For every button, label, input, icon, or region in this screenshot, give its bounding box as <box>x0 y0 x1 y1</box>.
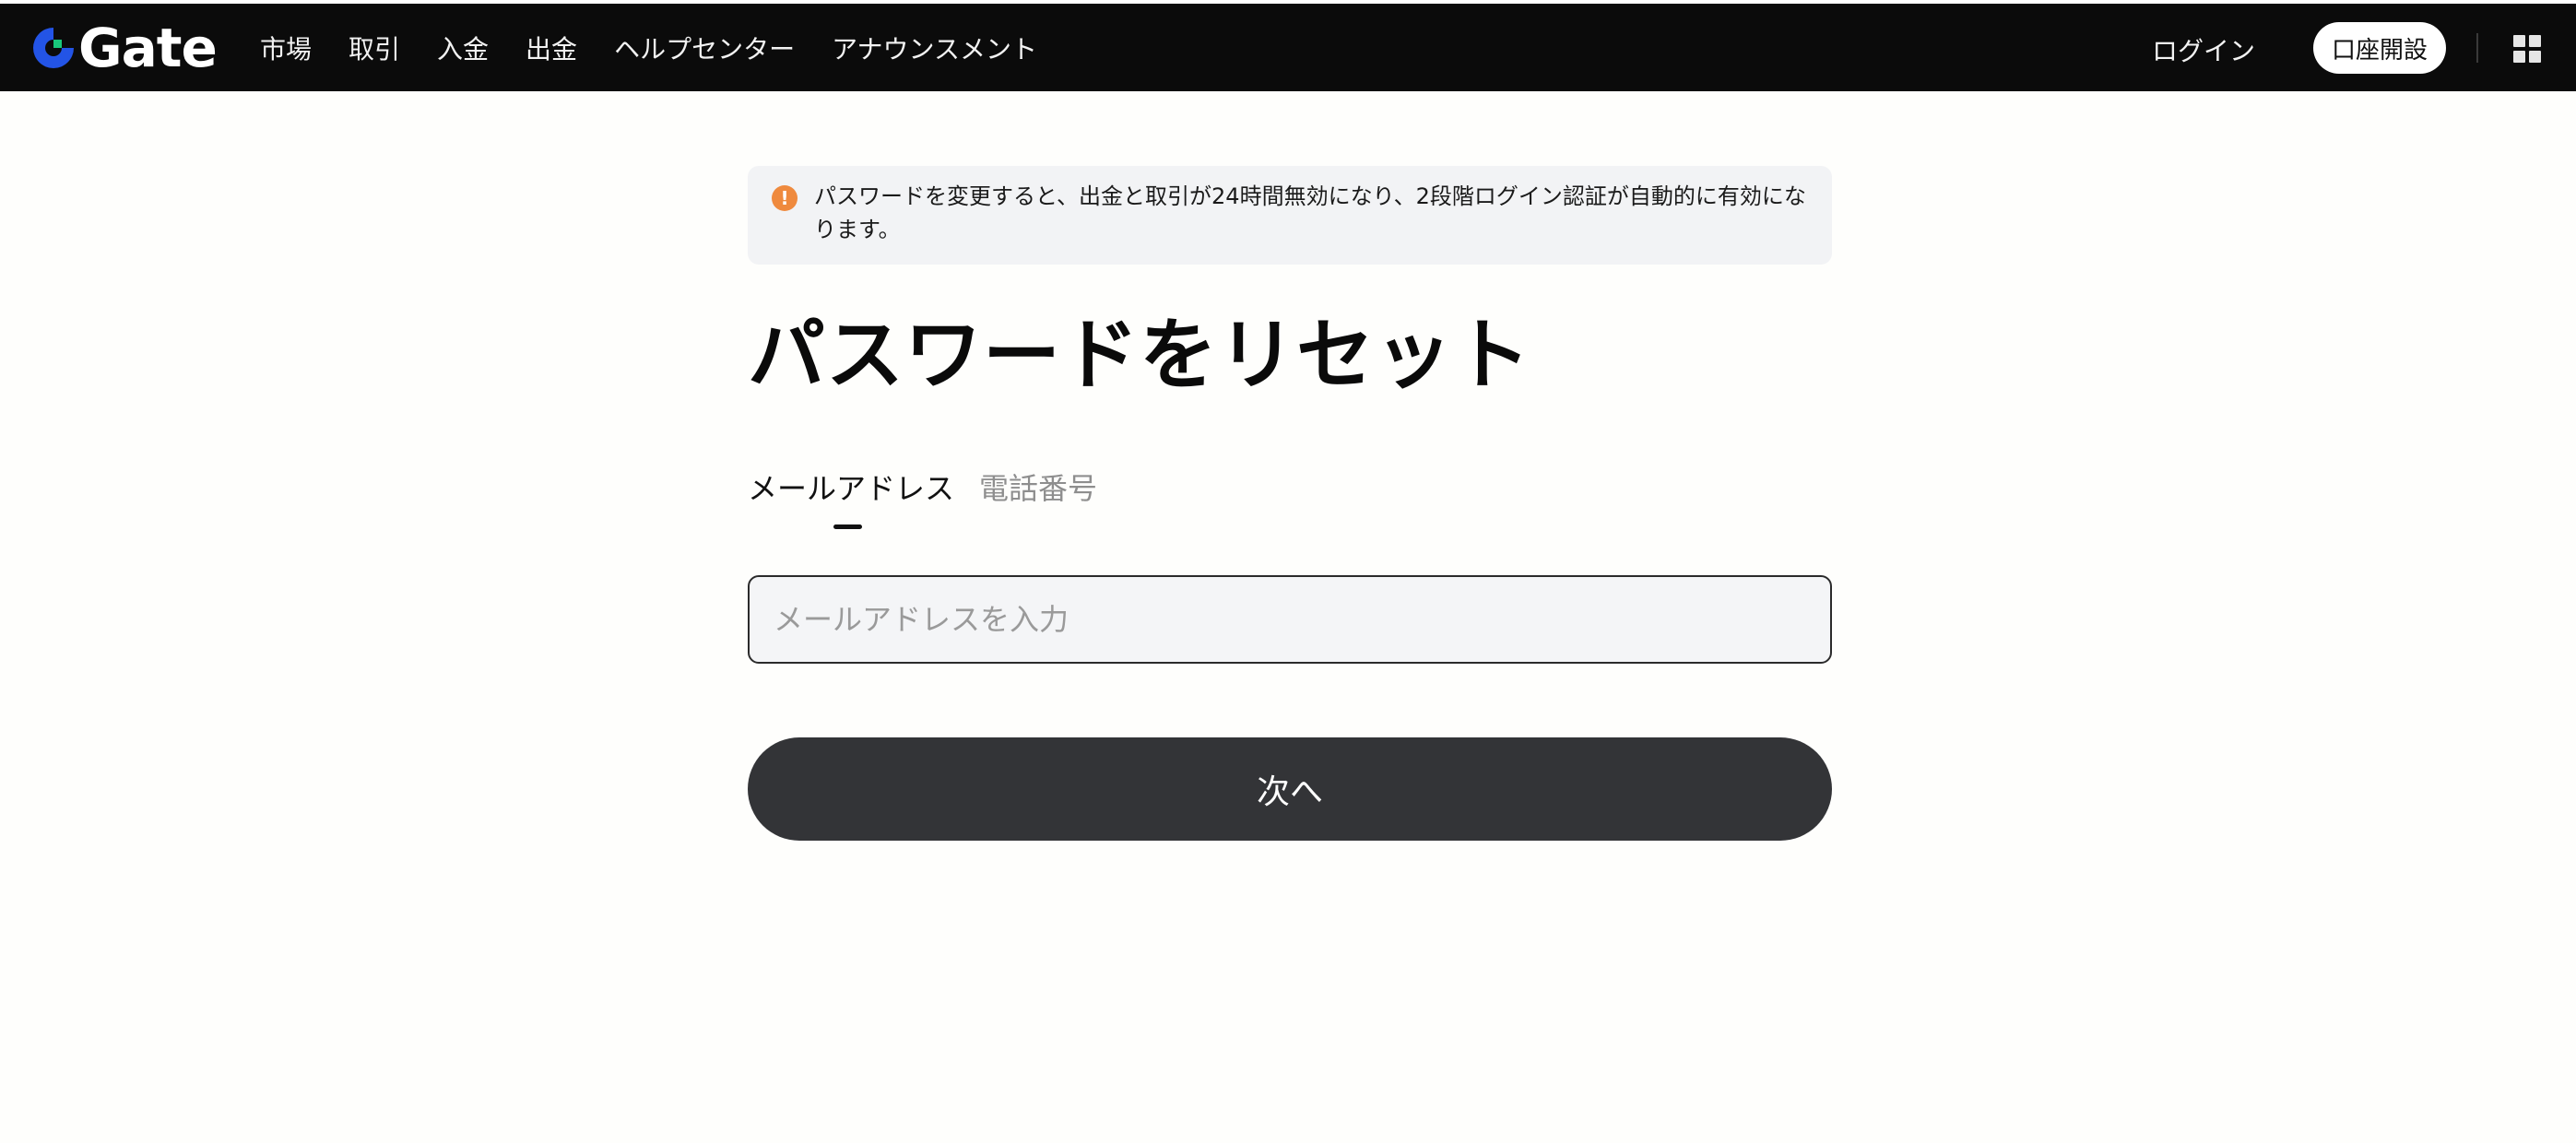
signup-button[interactable]: 口座開設 <box>2313 22 2446 74</box>
nav-link-help-center[interactable]: ヘルプセンター <box>614 29 795 66</box>
warning-icon: ! <box>772 185 798 211</box>
nav-link-withdraw[interactable]: 出金 <box>526 29 577 66</box>
active-tab-indicator <box>833 524 862 529</box>
top-navbar: Gate 市場 取引 入金 出金 ヘルプセンター アナウンスメント ログイン 口… <box>0 4 2576 91</box>
main-nav: 市場 取引 入金 出金 ヘルプセンター アナウンスメント <box>260 4 1074 91</box>
nav-right-group: ログイン 口座開設 <box>2060 4 2576 91</box>
email-input[interactable] <box>748 575 1832 664</box>
nav-divider <box>2476 33 2478 63</box>
login-link[interactable]: ログイン <box>2152 31 2255 68</box>
next-button[interactable]: 次へ <box>748 737 1832 841</box>
nav-link-announcements[interactable]: アナウンスメント <box>832 29 1037 66</box>
notice-text: パスワードを変更すると、出金と取引が24時間無効になり、2段階ログイン認証が自動… <box>814 183 1806 242</box>
grid-icon[interactable] <box>2513 35 2541 63</box>
logo-text: Gate <box>78 17 218 79</box>
tab-phone[interactable]: 電話番号 <box>979 465 1097 512</box>
gate-logo[interactable]: Gate <box>30 17 218 79</box>
gate-logo-icon <box>33 28 74 68</box>
page-title: パスワードをリセット <box>748 310 1532 400</box>
nav-link-trade[interactable]: 取引 <box>349 29 400 66</box>
nav-link-markets[interactable]: 市場 <box>260 29 312 66</box>
nav-link-deposit[interactable]: 入金 <box>437 29 489 66</box>
tab-email[interactable]: メールアドレス <box>748 465 954 512</box>
warning-notice: ! パスワードを変更すると、出金と取引が24時間無効になり、2段階ログイン認証が… <box>748 166 1832 265</box>
